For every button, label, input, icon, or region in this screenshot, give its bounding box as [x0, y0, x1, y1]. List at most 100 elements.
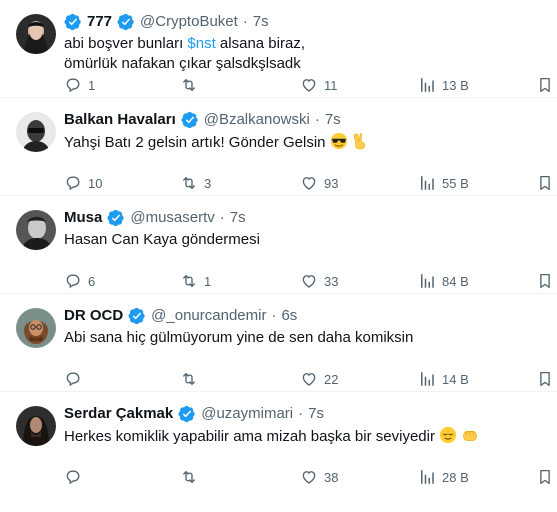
retweet-button[interactable] — [180, 468, 204, 486]
reply-icon — [64, 76, 82, 94]
reply-button[interactable] — [64, 370, 88, 388]
verified-badge-icon — [117, 13, 135, 31]
separator-dot: · — [271, 307, 277, 324]
verified-badge-icon — [128, 307, 146, 325]
avatar[interactable] — [16, 308, 56, 348]
reply-count: 6 — [88, 273, 96, 289]
reply-count: 1 — [88, 77, 96, 93]
reply-icon — [64, 174, 82, 192]
verified-badge-icon — [181, 111, 199, 129]
like-count: 93 — [324, 175, 339, 191]
user-handle[interactable]: @_onurcandemir — [151, 306, 266, 326]
bookmark-button[interactable] — [536, 468, 554, 486]
views-button[interactable]: 14 B — [418, 370, 469, 388]
like-button[interactable]: 22 — [300, 370, 338, 388]
tweet-header: DR OCD @_onurcandemir · 6s — [64, 306, 543, 326]
reply-button[interactable]: 6 — [64, 272, 95, 290]
bookmark-button[interactable] — [536, 272, 554, 290]
bookmark-icon — [536, 174, 554, 192]
user-handle[interactable]: @uzaymimari — [201, 404, 293, 424]
retweet-button[interactable]: 1 — [180, 272, 211, 290]
view-count: 14 B — [442, 371, 469, 387]
tweet-text-part: abi boşver bunları — [64, 35, 188, 52]
tweet-actions: 22 14 B — [64, 370, 547, 390]
display-name[interactable]: 777 — [87, 12, 112, 32]
user-handle[interactable]: @Bzalkanowski — [204, 110, 310, 130]
avatar[interactable] — [16, 14, 56, 54]
views-button[interactable]: 84 B — [418, 272, 469, 290]
tweet[interactable]: Serdar Çakmak @uzaymimari · 7s Herkes ko… — [0, 392, 557, 490]
reply-button[interactable]: 10 — [64, 174, 102, 192]
avatar[interactable] — [16, 210, 56, 250]
like-count: 33 — [324, 273, 339, 289]
like-button[interactable]: 93 — [300, 174, 338, 192]
tweet-actions: 10 3 93 55 B — [64, 174, 547, 194]
cashtag-link[interactable]: $nst — [187, 35, 215, 52]
retweet-icon — [180, 174, 198, 192]
retweet-count: 1 — [204, 273, 212, 289]
victory-hand-emoji-icon — [353, 133, 365, 150]
view-count: 84 B — [442, 273, 469, 289]
heart-icon — [300, 174, 318, 192]
avatar[interactable] — [16, 112, 56, 152]
bookmark-button[interactable] — [536, 174, 554, 192]
display-name[interactable]: Balkan Havaları — [64, 110, 176, 130]
tweet-text: Hasan Can Kaya göndermesi — [64, 230, 543, 250]
retweet-icon — [180, 370, 198, 388]
timestamp[interactable]: 7s — [253, 12, 269, 32]
user-handle[interactable]: @musasertv — [130, 208, 214, 228]
timestamp[interactable]: 7s — [325, 110, 341, 130]
retweet-button[interactable] — [180, 76, 204, 94]
relieved-face-emoji-icon — [440, 426, 457, 444]
tweet[interactable]: Musa @musasertv · 7s Hasan Can Kaya gönd… — [0, 196, 557, 294]
tweet-content: Musa @musasertv · 7s Hasan Can Kaya gönd… — [64, 208, 543, 250]
view-count: 55 B — [442, 175, 469, 191]
tweet-actions: 38 28 B — [64, 468, 547, 488]
user-handle[interactable]: @CryptoBuket — [140, 12, 238, 32]
retweet-icon — [180, 76, 198, 94]
tweet-content: Serdar Çakmak @uzaymimari · 7s Herkes ko… — [64, 404, 543, 447]
reply-button[interactable] — [64, 468, 88, 486]
heart-icon — [300, 76, 318, 94]
like-count: 38 — [324, 469, 339, 485]
tweet-content: 777 @CryptoBuket · 7s abi boşver bunları… — [64, 12, 543, 74]
display-name[interactable]: Musa — [64, 208, 102, 228]
separator-dot: · — [298, 405, 304, 422]
tweet[interactable]: DR OCD @_onurcandemir · 6s Abi sana hiç … — [0, 294, 557, 392]
views-chart-icon — [418, 468, 436, 486]
retweet-icon — [180, 272, 198, 290]
verified-badge-icon — [64, 13, 82, 31]
timestamp[interactable]: 6s — [281, 306, 297, 326]
tweet-text-part: alsana biraz, — [215, 35, 305, 52]
tweet[interactable]: Balkan Havaları @Bzalkanowski · 7s Yahşi… — [0, 98, 557, 196]
bookmark-button[interactable] — [536, 370, 554, 388]
views-button[interactable]: 28 B — [418, 468, 469, 486]
separator-dot: · — [219, 209, 225, 226]
separator-dot: · — [242, 13, 248, 30]
views-button[interactable]: 55 B — [418, 174, 469, 192]
tweet-header: 777 @CryptoBuket · 7s — [64, 12, 543, 32]
tweet-content: Balkan Havaları @Bzalkanowski · 7s Yahşi… — [64, 110, 543, 153]
reply-button[interactable]: 1 — [64, 76, 95, 94]
views-button[interactable]: 13 B — [418, 76, 469, 94]
heart-icon — [300, 468, 318, 486]
tweet-text-part: Hasan Can Kaya göndermesi — [64, 231, 260, 248]
tweet-text-part: Herkes komiklik yapabilir ama mizah başk… — [64, 428, 435, 445]
like-button[interactable]: 38 — [300, 468, 338, 486]
display-name[interactable]: Serdar Çakmak — [64, 404, 173, 424]
avatar[interactable] — [16, 406, 56, 446]
retweet-button[interactable]: 3 — [180, 174, 211, 192]
views-chart-icon — [418, 370, 436, 388]
heart-icon — [300, 272, 318, 290]
display-name[interactable]: DR OCD — [64, 306, 123, 326]
like-button[interactable]: 33 — [300, 272, 338, 290]
verified-badge-icon — [107, 209, 125, 227]
retweet-button[interactable] — [180, 370, 204, 388]
timestamp[interactable]: 7s — [308, 404, 324, 424]
like-button[interactable]: 11 — [300, 76, 338, 94]
verified-badge-icon — [178, 405, 196, 423]
tweet[interactable]: 777 @CryptoBuket · 7s abi boşver bunları… — [0, 0, 557, 98]
bookmark-button[interactable] — [536, 76, 554, 94]
timestamp[interactable]: 7s — [230, 208, 246, 228]
like-count: 22 — [324, 371, 339, 387]
